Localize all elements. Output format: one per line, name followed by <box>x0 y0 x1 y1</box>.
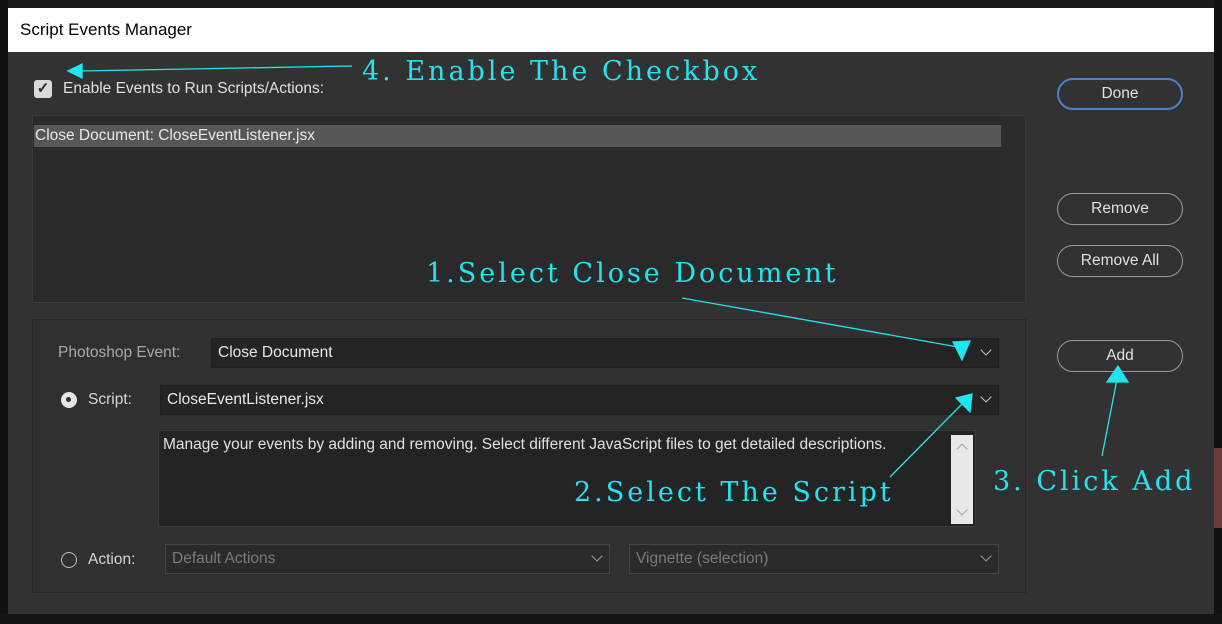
arrow-head-step1 <box>951 340 972 362</box>
arrow-step4 <box>79 65 353 72</box>
arrow-head-step2 <box>954 393 973 414</box>
arrow-head-step3 <box>1105 364 1130 383</box>
arrow-step3 <box>1101 373 1119 457</box>
annotation-arrows <box>66 62 1130 478</box>
arrow-step2 <box>889 401 965 478</box>
arrow-step1 <box>681 297 959 348</box>
arrow-head-step4 <box>66 62 83 80</box>
